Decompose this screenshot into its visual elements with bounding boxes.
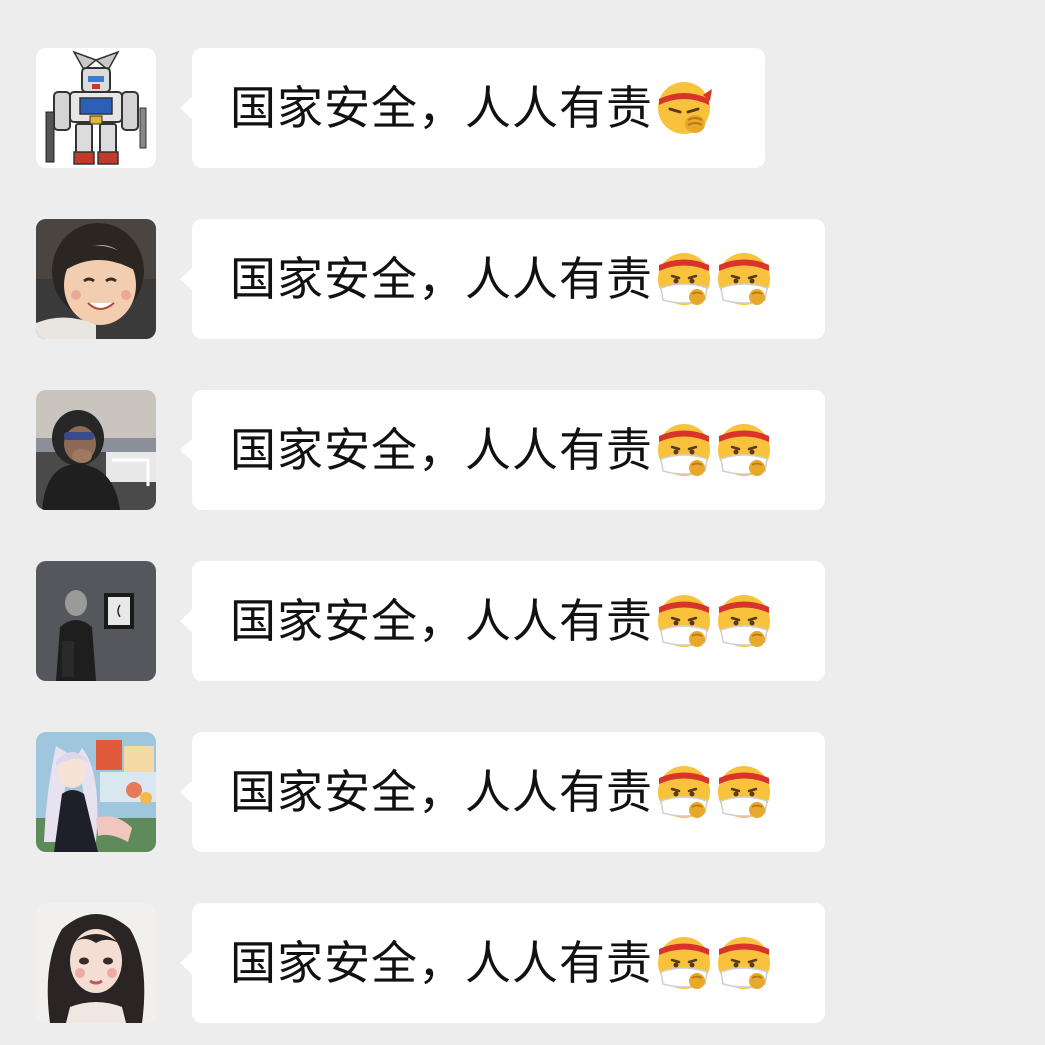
message-bubble[interactable]: 国家安全，人人有责 xyxy=(180,219,825,339)
message-text: 国家安全，人人有责 xyxy=(230,594,653,648)
determined-face-icon xyxy=(655,79,713,137)
masked-headband-face-icon xyxy=(655,592,713,650)
masked-headband-face-icon xyxy=(715,592,773,650)
robot-avatar[interactable] xyxy=(36,48,156,168)
message-text: 国家安全，人人有责 xyxy=(230,423,653,477)
masked-headband-face-icon xyxy=(655,250,713,308)
chat-message: 国家安全，人人有责 xyxy=(0,48,1045,168)
child-avatar[interactable] xyxy=(36,219,156,339)
masked-headband-face-icon xyxy=(715,934,773,992)
message-text: 国家安全，人人有责 xyxy=(230,936,653,990)
masked-headband-face-icon xyxy=(715,421,773,479)
message-bubble[interactable]: 国家安全，人人有责 xyxy=(180,390,825,510)
masked-headband-face-icon xyxy=(655,934,713,992)
chat-message: 国家安全，人人有责 xyxy=(0,390,1045,510)
masked-headband-face-icon xyxy=(715,763,773,821)
message-text: 国家安全，人人有责 xyxy=(230,81,653,135)
hooded-person-avatar[interactable] xyxy=(36,390,156,510)
message-bubble[interactable]: 国家安全，人人有责 xyxy=(180,732,825,852)
chat-message: 国家安全，人人有责 xyxy=(0,561,1045,681)
masked-headband-face-icon xyxy=(655,421,713,479)
chat-message: 国家安全，人人有责 xyxy=(0,903,1045,1023)
message-text: 国家安全，人人有责 xyxy=(230,765,653,819)
masked-headband-face-icon xyxy=(655,763,713,821)
anime-girl-avatar[interactable] xyxy=(36,732,156,852)
masked-headband-face-icon xyxy=(715,250,773,308)
message-bubble[interactable]: 国家安全，人人有责 xyxy=(180,561,825,681)
chat-message: 国家安全，人人有责 xyxy=(0,732,1045,852)
message-text: 国家安全，人人有责 xyxy=(230,252,653,306)
chat-message-list: 国家安全，人人有责 国家安全，人人有责 国家安全，人人有责 国家安全，人人有责 … xyxy=(0,0,1045,1045)
message-bubble[interactable]: 国家安全，人人有责 xyxy=(180,903,825,1023)
chat-message: 国家安全，人人有责 xyxy=(0,219,1045,339)
message-bubble[interactable]: 国家安全，人人有责 xyxy=(180,48,765,168)
drawn-girl-avatar[interactable] xyxy=(36,903,156,1023)
gallery-person-avatar[interactable] xyxy=(36,561,156,681)
